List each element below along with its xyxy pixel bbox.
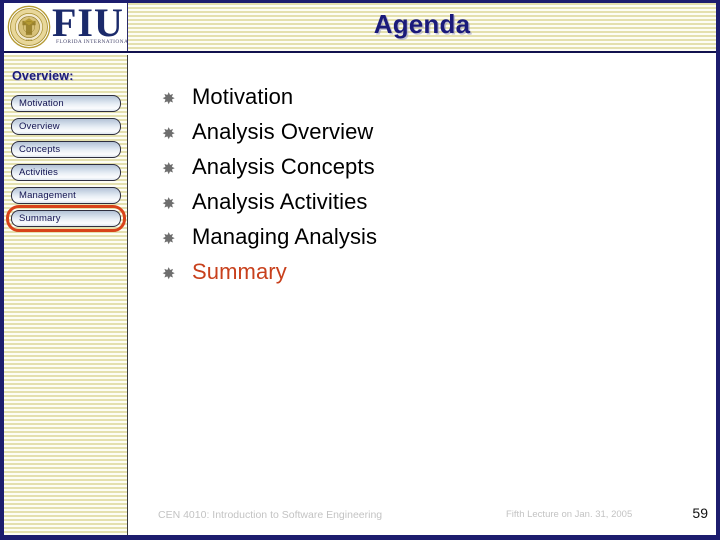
sidebar: Overview: Motivation Overview Concepts Acti… [4,55,128,535]
sidebar-item-management[interactable]: Management [11,187,121,204]
sidebar-item-overview[interactable]: Overview [11,118,121,135]
sidebar-item-label: Concepts [19,144,61,155]
sidebar-heading: Overview: [12,69,74,83]
sidebar-item-summary[interactable]: Summary [6,205,126,232]
slide-footer: CEN 4010: Introduction to Software Engin… [130,497,716,535]
page-number: 59 [692,505,708,521]
sidebar-item-label: Motivation [19,98,64,109]
bullet-item: ✸ Analysis Concepts [162,152,706,182]
asterisk-bullet-icon: ✸ [162,266,176,283]
footer-lecture-label: Fifth Lecture on Jan. 31, 2005 [506,509,633,520]
fiu-subtitle: FLORIDA INTERNATIONAL UNIVERSITY [56,39,128,45]
fiu-logo: 1972 FIU FLORIDA INTERNATIONAL UNIVERSIT… [4,3,128,51]
asterisk-bullet-icon: ✸ [162,126,176,143]
fiu-seal-icon: 1972 [7,5,51,49]
sidebar-item-label: Summary [19,213,61,224]
bullet-item: ✸ Managing Analysis [162,222,706,252]
slide-content: ✸ Motivation ✸ Analysis Overview ✸ Analysis C… [130,55,716,495]
asterisk-bullet-icon: ✸ [162,161,176,178]
bullet-item: ✸ Summary [162,257,706,287]
sidebar-item-label: Activities [19,167,58,178]
slide-header: 1972 FIU FLORIDA INTERNATIONAL UNIVERSIT… [4,3,716,53]
bullet-text: Analysis Overview [192,119,374,144]
slide: 1972 FIU FLORIDA INTERNATIONAL UNIVERSIT… [0,0,720,540]
asterisk-bullet-icon: ✸ [162,196,176,213]
sidebar-nav-list: Motivation Overview Concepts Activities Mana… [4,95,128,236]
sidebar-item-label: Management [19,190,76,201]
footer-course-label: CEN 4010: Introduction to Software Engin… [158,509,383,521]
bullet-item: ✸ Analysis Overview [162,117,706,147]
page-title: Agenda [373,9,471,39]
asterisk-bullet-icon: ✸ [162,91,176,108]
sidebar-item-concepts[interactable]: Concepts [11,141,121,158]
bullet-item: ✸ Motivation [162,82,706,112]
bullet-text: Managing Analysis [192,224,378,249]
header-stripe-band: Agenda [128,3,716,51]
svg-text:1972: 1972 [26,38,33,42]
sidebar-item-motivation[interactable]: Motivation [11,95,121,112]
bullet-text: Analysis Concepts [192,154,375,179]
bullet-list: ✸ Motivation ✸ Analysis Overview ✸ Analysis C… [162,82,706,292]
sidebar-item-activities[interactable]: Activities [11,164,121,181]
bullet-text: Analysis Activities [192,189,368,214]
bullet-text: Motivation [192,84,294,109]
sidebar-item-label: Overview [19,121,60,132]
asterisk-bullet-icon: ✸ [162,231,176,248]
bullet-text: Summary [192,259,287,284]
bullet-item: ✸ Analysis Activities [162,187,706,217]
